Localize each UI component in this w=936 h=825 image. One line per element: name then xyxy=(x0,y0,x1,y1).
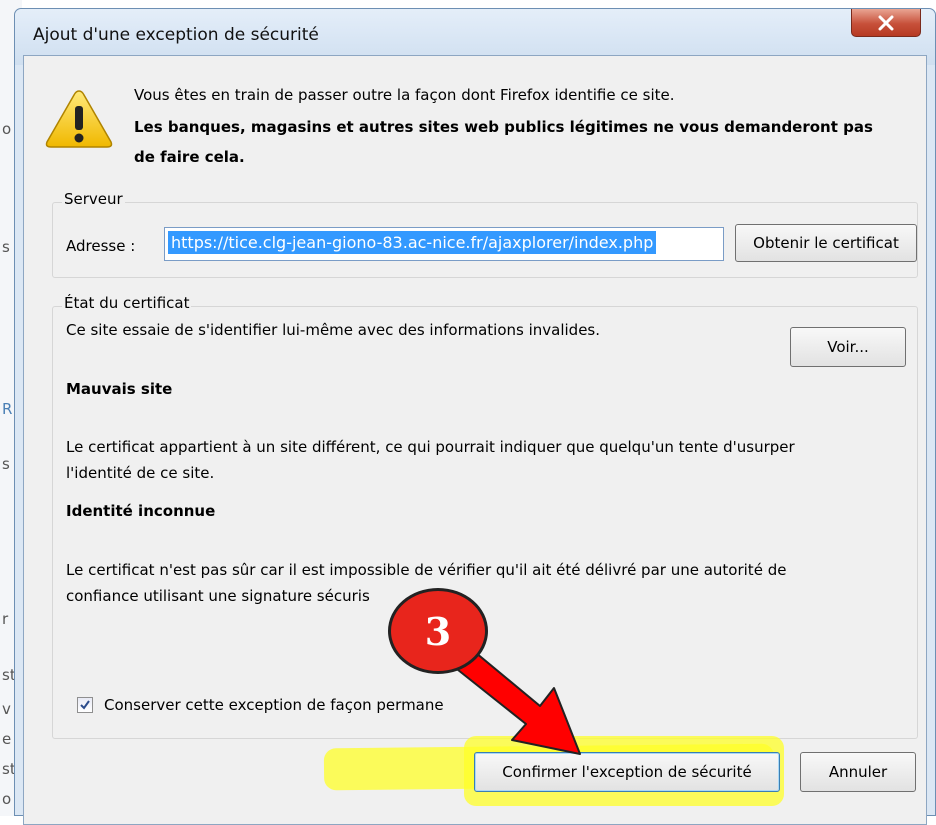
warning-icon xyxy=(45,90,113,148)
warning-message-bold: Les banques, magasins et autres sites we… xyxy=(134,118,873,136)
address-label: Adresse : xyxy=(66,237,136,255)
warning-message: Vous êtes en train de passer outre la fa… xyxy=(134,86,675,104)
view-certificate-button[interactable]: Voir... xyxy=(790,327,906,367)
background-text: o xyxy=(2,790,12,808)
dialog-title: Ajout d'une exception de sécurité xyxy=(33,25,319,45)
close-button[interactable] xyxy=(851,9,921,37)
issue-description: confiance utilisant une signature sécuri… xyxy=(66,587,370,605)
background-text: s xyxy=(2,238,10,256)
background-text: o xyxy=(2,120,12,138)
checkmark-icon xyxy=(80,700,90,710)
background-text: r xyxy=(2,610,9,628)
warning-message-bold: de faire cela. xyxy=(134,148,245,166)
get-certificate-button[interactable]: Obtenir le certificat xyxy=(735,224,917,262)
background-text: v xyxy=(2,700,11,718)
background-text: s xyxy=(2,455,10,473)
cancel-button[interactable]: Annuler xyxy=(800,752,916,792)
close-icon xyxy=(878,15,894,30)
issue-description: Le certificat appartient à un site diffé… xyxy=(66,438,795,456)
certificate-summary: Ce site essaie de s'identifier lui-même … xyxy=(66,321,601,339)
address-input[interactable]: https://tice.clg-jean-giono-83.ac-nice.f… xyxy=(164,227,724,261)
background-text: R xyxy=(2,400,13,418)
address-value: https://tice.clg-jean-giono-83.ac-nice.f… xyxy=(168,231,657,254)
permanent-exception-checkbox[interactable] xyxy=(77,697,93,713)
background-text: e xyxy=(2,730,12,748)
step-number: 3 xyxy=(424,608,452,654)
issue-title: Mauvais site xyxy=(66,380,173,398)
issue-description: Le certificat n'est pas sûr car il est i… xyxy=(66,561,787,579)
issue-title: Identité inconnue xyxy=(66,502,216,520)
certificate-status-label: État du certificat xyxy=(62,294,192,312)
server-group-label: Serveur xyxy=(62,190,125,208)
permanent-exception-label: Conserver cette exception de façon perma… xyxy=(104,696,444,714)
step-badge: 3 xyxy=(388,588,488,674)
issue-description: l'identité de ce site. xyxy=(66,464,215,482)
